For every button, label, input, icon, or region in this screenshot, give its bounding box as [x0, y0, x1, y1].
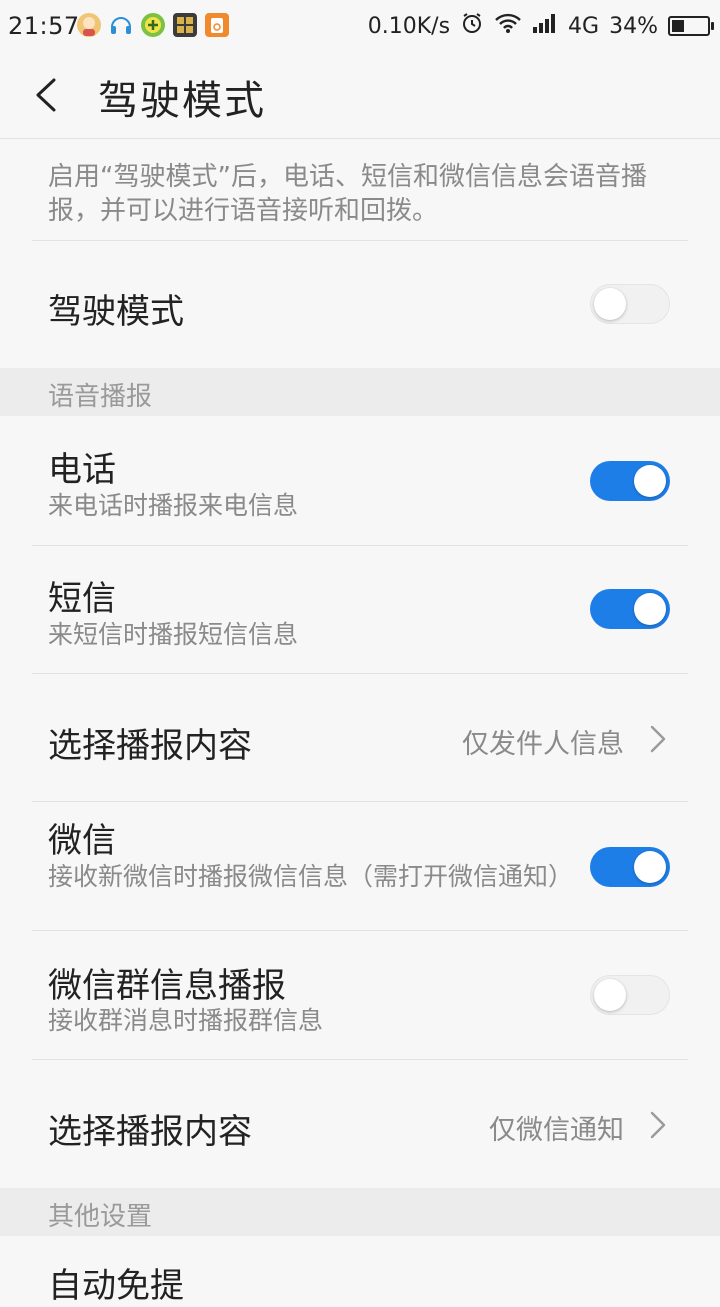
sms-subtitle: 来短信时播报短信信息 — [48, 620, 299, 649]
wifi-icon — [494, 12, 522, 40]
app-icon — [172, 12, 198, 38]
section-other-label: 其他设置 — [48, 1202, 153, 1232]
toggle-knob — [594, 979, 626, 1011]
status-right: 0.10K/s 4G 34% — [367, 10, 714, 42]
driving-mode-toggle[interactable] — [590, 284, 670, 324]
toggle-knob — [594, 288, 626, 320]
status-time: 21:57 — [8, 12, 80, 40]
status-bar: 21:57 0.10K/s 4G 34% — [0, 0, 720, 52]
toggle-knob — [634, 593, 666, 625]
auto-answer-title: 自动免提 — [48, 1266, 184, 1306]
sms-title: 短信 — [48, 579, 116, 619]
phone-toggle[interactable] — [590, 461, 670, 501]
divider — [32, 1059, 688, 1060]
sms-toggle[interactable] — [590, 589, 670, 629]
net-speed: 0.10K/s — [367, 13, 451, 39]
divider — [32, 240, 688, 241]
toggle-knob — [634, 465, 666, 497]
wechat-group-title: 微信群信息播报 — [48, 966, 286, 1006]
driving-mode-description: 启用“驾驶模式”后，电话、短信和微信信息会语音播报，并可以进行语音接听和回拨。 — [48, 162, 647, 226]
sms-content-title: 选择播报内容 — [48, 726, 252, 766]
section-other-settings: 其他设置 — [0, 1188, 720, 1236]
divider — [32, 930, 688, 931]
plus-icon — [140, 12, 166, 38]
wechat-content-value: 仅微信通知 — [489, 1115, 624, 1146]
divider — [32, 545, 688, 546]
divider — [32, 801, 688, 802]
wechat-subtitle: 接收新微信时播报微信信息（需打开微信通知） — [48, 862, 574, 891]
chevron-right-icon — [646, 1108, 670, 1142]
wechat-title: 微信 — [48, 821, 116, 861]
phone-subtitle: 来电话时播报来电信息 — [48, 491, 299, 520]
battery-icon — [668, 16, 714, 36]
wechat-toggle[interactable] — [590, 847, 670, 887]
clipboard-icon — [204, 12, 230, 38]
avatar-icon — [76, 12, 102, 38]
alarm-icon — [460, 11, 484, 41]
page-title: 驾驶模式 — [98, 78, 266, 124]
battery-fill — [672, 20, 684, 32]
sms-content-value: 仅发件人信息 — [462, 729, 624, 760]
section-voice-broadcast: 语音播报 — [0, 368, 720, 416]
network-type: 4G — [568, 13, 600, 39]
toggle-knob — [634, 851, 666, 883]
chevron-right-icon — [646, 722, 670, 756]
signal-icon — [532, 12, 558, 40]
divider — [32, 673, 688, 674]
wechat-content-title: 选择播报内容 — [48, 1112, 252, 1152]
app-header: 驾驶模式 — [0, 52, 720, 139]
wechat-group-subtitle: 接收群消息时播报群信息 — [48, 1006, 324, 1035]
headset-icon — [108, 12, 134, 38]
wechat-group-toggle[interactable] — [590, 975, 670, 1015]
phone-title: 电话 — [48, 450, 116, 490]
battery-percent: 34% — [609, 13, 658, 39]
back-arrow-icon[interactable] — [26, 70, 70, 120]
driving-mode-label: 驾驶模式 — [48, 292, 184, 332]
section-voice-label: 语音播报 — [48, 382, 153, 412]
